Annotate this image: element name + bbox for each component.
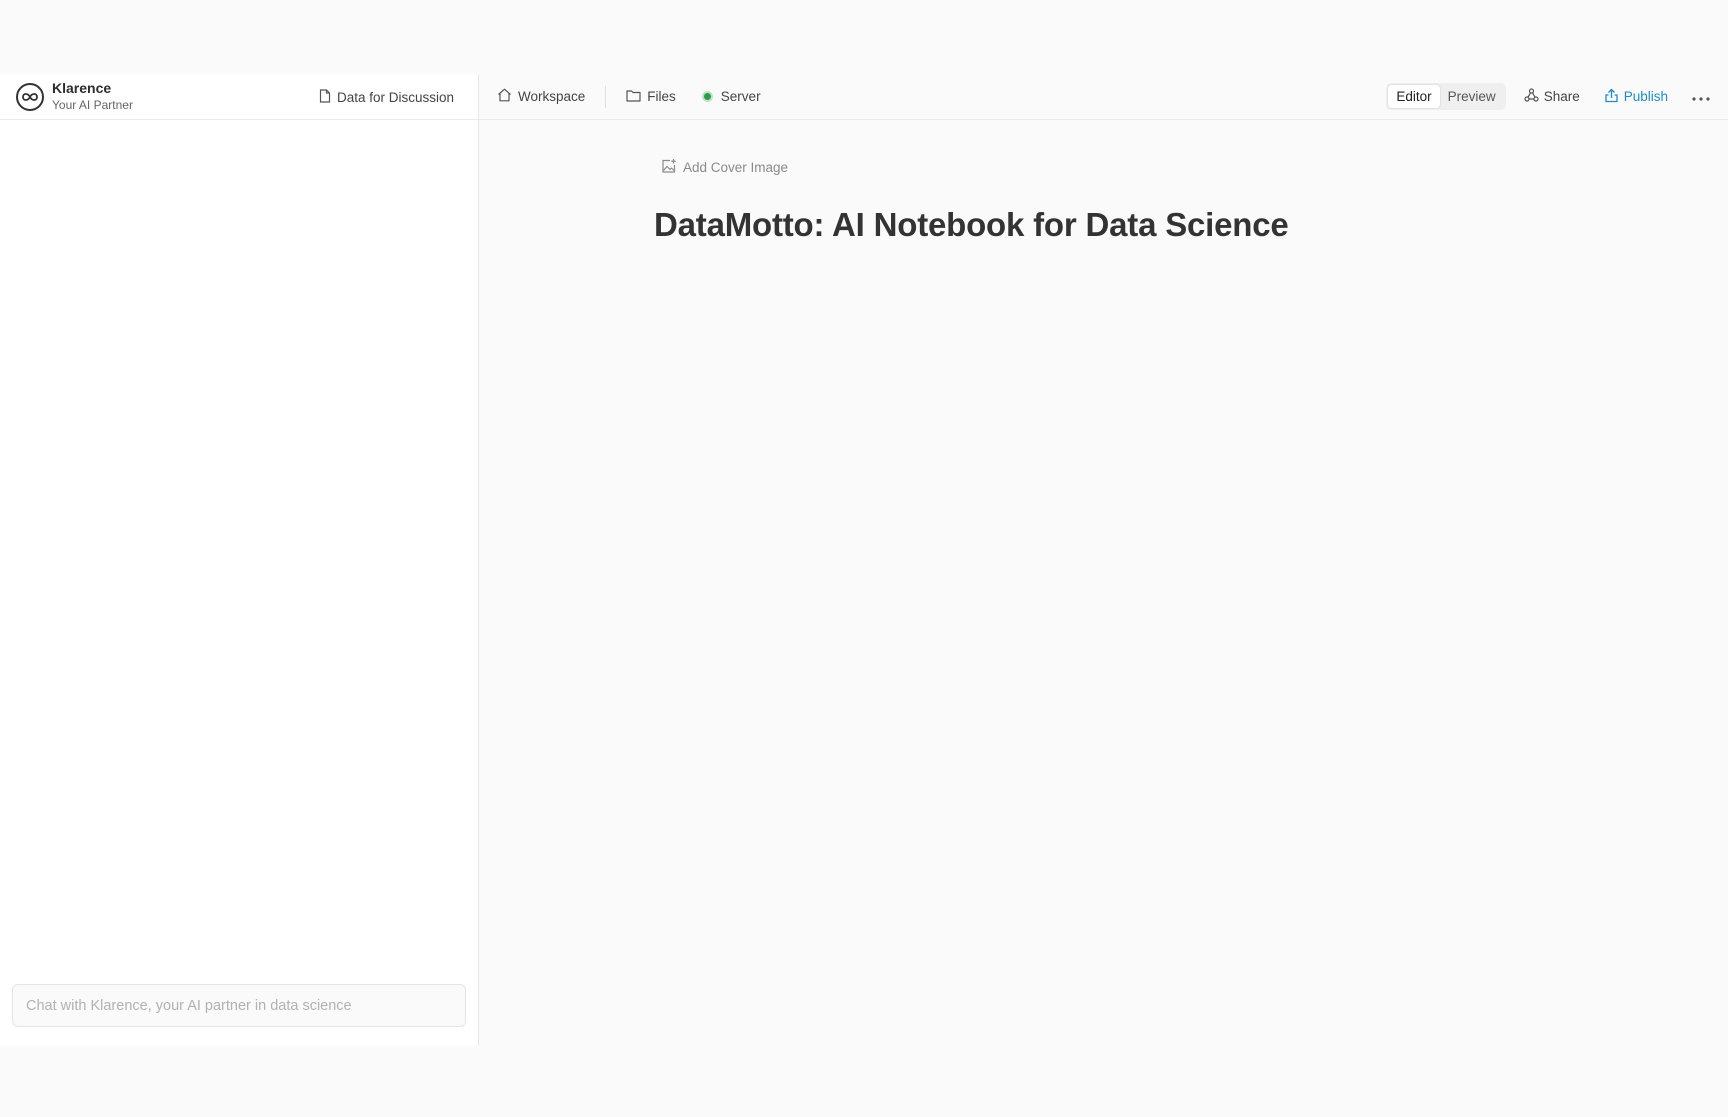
toolbar-divider	[605, 85, 607, 108]
publish-button[interactable]: Publish	[1604, 88, 1668, 106]
document-title[interactable]: DataMotto: AI Notebook for Data Science	[654, 206, 1289, 244]
publish-label: Publish	[1623, 89, 1668, 104]
tab-preview[interactable]: Preview	[1440, 85, 1504, 108]
workspace-button[interactable]: Workspace	[497, 88, 585, 105]
files-label: Files	[647, 89, 676, 104]
server-label: Server	[720, 89, 761, 104]
workspace-label: Workspace	[518, 89, 586, 104]
doc-link-label: Data for Discussion	[336, 89, 454, 105]
chat-panel: Klarence Your AI Partner Data for Discus…	[0, 74, 479, 1046]
server-status-indicator	[701, 91, 713, 102]
share-label: Share	[1543, 89, 1580, 104]
folder-icon	[626, 89, 647, 105]
share-button[interactable]: Share	[1524, 88, 1580, 105]
chat-panel-header: Klarence Your AI Partner Data for Discus…	[0, 74, 478, 120]
app-window: Klarence Your AI Partner Data for Discus…	[0, 74, 1728, 1046]
add-cover-image-label: Add Cover Image	[683, 160, 789, 175]
files-button[interactable]: Files	[626, 89, 676, 105]
add-cover-image-button[interactable]: Add Cover Image	[661, 158, 1289, 177]
brand-name: Klarence	[52, 80, 112, 97]
document-icon	[319, 88, 337, 106]
chat-input-container	[12, 984, 466, 1027]
notebook-toolbar: Workspace Files Server Editor Preview Sh…	[479, 74, 1728, 120]
upload-icon	[1604, 88, 1624, 106]
brand-subtitle: Your AI Partner	[52, 97, 133, 112]
notebook-panel: Workspace Files Server Editor Preview Sh…	[479, 74, 1728, 1046]
infinity-logo-icon	[16, 82, 44, 111]
tab-editor[interactable]: Editor	[1388, 85, 1440, 108]
brand: Klarence Your AI Partner	[52, 80, 133, 112]
share-nodes-icon	[1524, 88, 1544, 105]
home-icon	[497, 88, 518, 105]
mode-switch: Editor Preview	[1386, 83, 1506, 110]
ellipsis-icon	[1692, 88, 1710, 106]
chat-input[interactable]	[24, 996, 454, 1015]
more-options-button[interactable]	[1692, 88, 1710, 106]
data-for-discussion-link[interactable]: Data for Discussion	[319, 74, 454, 120]
server-status-button[interactable]: Server	[701, 89, 761, 104]
notebook-document: Add Cover Image DataMotto: AI Notebook f…	[654, 158, 1289, 244]
image-add-icon	[661, 158, 683, 177]
